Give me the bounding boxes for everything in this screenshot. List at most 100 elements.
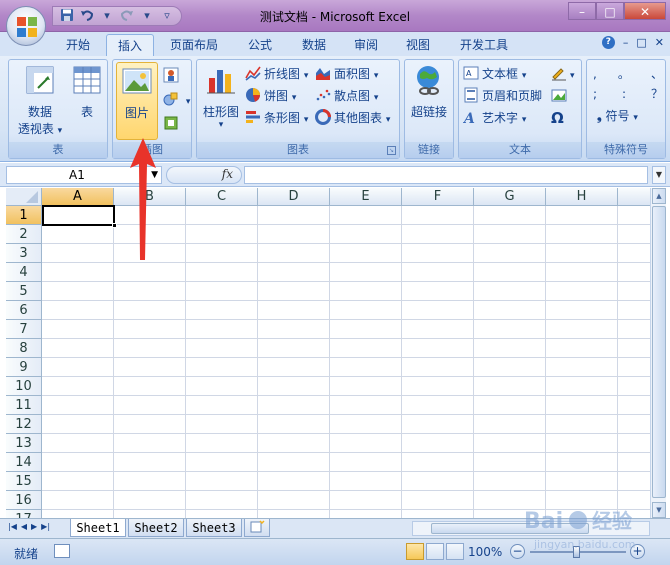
- textbox-button[interactable]: A 文本框 ▾: [463, 64, 526, 84]
- tab-data[interactable]: 数据: [292, 34, 336, 56]
- column-header-d[interactable]: D: [258, 188, 330, 206]
- sheet-tab-sheet1[interactable]: Sheet1: [70, 519, 126, 537]
- column-header-h[interactable]: H: [546, 188, 618, 206]
- insert-picture-button[interactable]: 图片: [116, 62, 158, 140]
- line-chart-button[interactable]: 折线图 ▾: [245, 64, 308, 84]
- normal-view-button[interactable]: [406, 543, 424, 560]
- close-button[interactable]: ✕: [624, 2, 666, 20]
- insert-sheet-button[interactable]: [244, 519, 270, 537]
- omega-button[interactable]: Ω: [551, 108, 564, 128]
- previous-sheet-icon[interactable]: ◀: [21, 522, 27, 531]
- vertical-scrollbar[interactable]: ▲ ▼: [650, 188, 666, 518]
- zoom-slider-thumb[interactable]: [573, 546, 580, 558]
- symbol-semicolon[interactable]: ;: [593, 84, 597, 104]
- horizontal-scroll-thumb[interactable]: [431, 523, 589, 534]
- row-header[interactable]: 8: [6, 339, 42, 358]
- fx-icon[interactable]: fx: [222, 167, 233, 181]
- tab-view[interactable]: 视图: [396, 34, 440, 56]
- minimize-workbook-button[interactable]: –: [623, 36, 629, 49]
- row-header[interactable]: 4: [6, 263, 42, 282]
- worksheet-grid[interactable]: A B C D E F G H 1 2 3 4 5 6 7 8 9 10 11 …: [6, 188, 650, 518]
- fill-handle[interactable]: [112, 223, 117, 228]
- row-header[interactable]: 16: [6, 491, 42, 510]
- close-workbook-button[interactable]: ✕: [655, 36, 664, 49]
- formula-input[interactable]: [244, 166, 648, 184]
- row-header[interactable]: 15: [6, 472, 42, 491]
- clip-art-button[interactable]: [163, 66, 182, 86]
- minimize-button[interactable]: –: [568, 2, 596, 20]
- tab-page-layout[interactable]: 页面布局: [162, 34, 226, 56]
- row-header[interactable]: 3: [6, 244, 42, 263]
- symbol-period[interactable]: 。: [618, 64, 630, 84]
- bar-chart-button[interactable]: 条形图 ▾: [245, 108, 308, 128]
- row-header[interactable]: 11: [6, 396, 42, 415]
- row-header[interactable]: 12: [6, 415, 42, 434]
- row-header[interactable]: 13: [6, 434, 42, 453]
- first-sheet-icon[interactable]: |◀: [8, 522, 17, 531]
- row-header[interactable]: 9: [6, 358, 42, 377]
- object-button[interactable]: [551, 86, 570, 106]
- column-header-c[interactable]: C: [186, 188, 258, 206]
- symbol-comma[interactable]: ,: [593, 64, 597, 84]
- smartart-button[interactable]: [163, 114, 182, 134]
- last-sheet-icon[interactable]: ▶|: [41, 522, 50, 531]
- next-sheet-icon[interactable]: ▶: [31, 522, 37, 531]
- sheet-tab-sheet3[interactable]: Sheet3: [186, 519, 242, 537]
- tab-formulas[interactable]: 公式: [238, 34, 282, 56]
- pie-chart-button[interactable]: 饼图 ▾: [245, 86, 296, 106]
- zoom-in-button[interactable]: +: [630, 544, 645, 559]
- macro-record-icon[interactable]: [54, 544, 70, 558]
- pivot-table-button[interactable]: 数据 透视表 ▾: [13, 64, 67, 137]
- sheet-tab-sheet2[interactable]: Sheet2: [128, 519, 184, 537]
- dialog-launcher-icon[interactable]: ↘: [387, 146, 396, 155]
- zoom-level[interactable]: 100%: [468, 545, 502, 559]
- column-header-partial[interactable]: [618, 188, 650, 206]
- active-cell-a1[interactable]: [42, 205, 117, 228]
- other-charts-button[interactable]: 其他图表 ▾: [315, 108, 390, 128]
- symbol-question[interactable]: ？: [651, 84, 663, 104]
- column-header-b[interactable]: B: [114, 188, 186, 206]
- horizontal-scrollbar[interactable]: [412, 521, 650, 536]
- cell-area[interactable]: [42, 206, 650, 518]
- office-button[interactable]: [6, 6, 46, 46]
- select-all-corner[interactable]: [6, 188, 42, 206]
- row-header[interactable]: 5: [6, 282, 42, 301]
- area-chart-button[interactable]: 面积图 ▾: [315, 64, 378, 84]
- name-box[interactable]: A1 ▼: [6, 166, 162, 184]
- maximize-button[interactable]: □: [596, 2, 624, 20]
- tab-developer[interactable]: 开发工具: [452, 34, 516, 56]
- page-break-preview-button[interactable]: [446, 543, 464, 560]
- table-button[interactable]: 表: [69, 64, 105, 120]
- scatter-chart-button[interactable]: 散点图 ▾: [315, 86, 378, 106]
- tab-home[interactable]: 开始: [58, 34, 98, 56]
- row-header[interactable]: 10: [6, 377, 42, 396]
- signature-line-button[interactable]: ▾: [551, 64, 575, 84]
- expand-formula-bar-icon[interactable]: ▼: [652, 166, 666, 184]
- tab-review[interactable]: 审阅: [344, 34, 388, 56]
- vertical-scroll-thumb[interactable]: [652, 206, 666, 498]
- symbol-colon[interactable]: :: [622, 84, 626, 104]
- name-box-dropdown-icon[interactable]: ▼: [151, 167, 158, 183]
- row-header[interactable]: 14: [6, 453, 42, 472]
- help-icon[interactable]: ?: [601, 36, 615, 49]
- page-layout-view-button[interactable]: [426, 543, 444, 560]
- column-header-f[interactable]: F: [402, 188, 474, 206]
- column-header-e[interactable]: E: [330, 188, 402, 206]
- restore-workbook-button[interactable]: □: [636, 36, 646, 49]
- row-header[interactable]: 2: [6, 225, 42, 244]
- zoom-out-button[interactable]: −: [510, 544, 525, 559]
- row-header[interactable]: 6: [6, 301, 42, 320]
- hyperlink-button[interactable]: 超链接: [407, 64, 451, 120]
- wordart-button[interactable]: A 艺术字 ▾: [463, 108, 526, 128]
- symbol-button[interactable]: ❟ 符号 ▾: [597, 106, 638, 126]
- scroll-down-icon[interactable]: ▼: [652, 502, 666, 518]
- header-footer-button[interactable]: 页眉和页脚: [463, 86, 542, 106]
- row-header[interactable]: 7: [6, 320, 42, 339]
- column-chart-button[interactable]: 柱形图 ▾: [199, 64, 243, 130]
- row-header[interactable]: 17: [6, 510, 42, 518]
- shapes-button[interactable]: ▾: [163, 90, 190, 110]
- scroll-up-icon[interactable]: ▲: [652, 188, 666, 204]
- row-header[interactable]: 1: [6, 206, 42, 225]
- symbol-enumeration-comma[interactable]: 、: [651, 64, 663, 84]
- tab-insert[interactable]: 插入: [106, 34, 154, 56]
